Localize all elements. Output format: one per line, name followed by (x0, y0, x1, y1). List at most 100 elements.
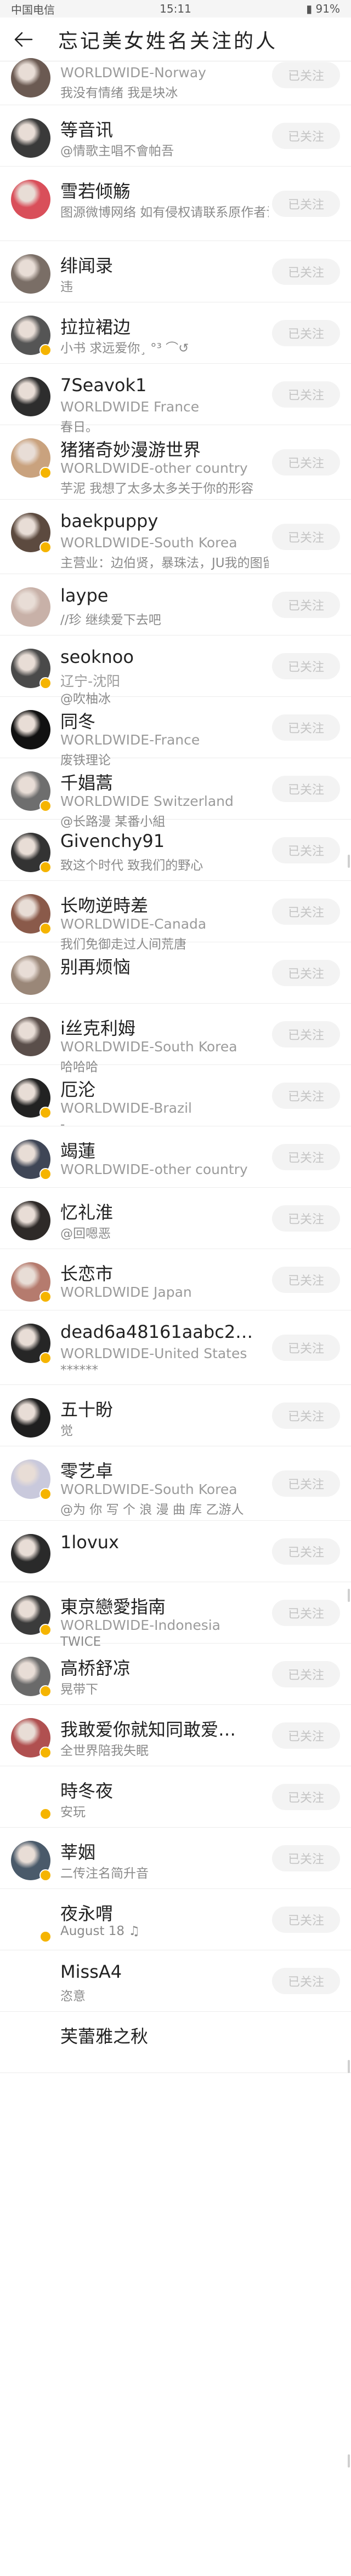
follow-status-button[interactable]: 已关注 (272, 592, 340, 618)
follow-status-button[interactable]: 已关注 (272, 123, 340, 149)
user-name[interactable]: 零艺卓 (60, 1457, 113, 1482)
user-name[interactable]: i丝克利姆 (60, 1015, 135, 1040)
follow-status-button[interactable]: 已关注 (272, 714, 340, 741)
following-list[interactable]: WORLDWIDE-Norway 我没有情绪 我是块冰 已关注 等音讯 @情歌主唱不會帕… (0, 58, 351, 2073)
follow-status-button[interactable]: 已关注 (272, 1784, 340, 1810)
user-name[interactable]: 千娼蒿 (60, 769, 113, 794)
follow-status-button[interactable]: 已关注 (272, 1335, 340, 1361)
follow-status-button[interactable]: 已关注 (272, 1144, 340, 1170)
follow-status-button[interactable]: 已关注 (272, 191, 340, 217)
user-name[interactable]: 忆礼淮 (60, 1199, 113, 1224)
user-name[interactable]: 高桥舒凉 (60, 1655, 131, 1680)
list-item[interactable]: 1lovux 已关注 (0, 1521, 351, 1582)
list-item[interactable]: 芙蕾雅之秋 (0, 2012, 351, 2073)
avatar[interactable] (11, 1201, 50, 1240)
list-item[interactable]: 時冬夜 安玩 已关注 (0, 1766, 351, 1828)
avatar[interactable] (11, 587, 50, 627)
follow-status-button[interactable]: 已关注 (272, 381, 340, 408)
list-item[interactable]: 绯闻录违 已关注 (0, 241, 351, 302)
list-item[interactable]: 拉拉裙边 小书 求远爱你¸ °³ ⌒↺ 已关注 (0, 302, 351, 364)
avatar[interactable] (11, 2025, 50, 2064)
avatar[interactable] (11, 377, 50, 416)
follow-status-button[interactable]: 已关注 (272, 1538, 340, 1565)
list-item[interactable]: MissA4 恣意 已关注 (0, 1950, 351, 2012)
list-item[interactable]: 零艺卓 WORLDWIDE-South Korea @为 你 写 个 浪 漫 曲 库… (0, 1446, 351, 1521)
follow-status-button[interactable]: 已关注 (272, 1661, 340, 1687)
user-name[interactable]: 1lovux (60, 1532, 119, 1553)
user-name[interactable]: seoknoo (60, 646, 134, 667)
follow-status-button[interactable]: 已关注 (272, 524, 340, 550)
avatar[interactable] (11, 1964, 50, 2003)
avatar[interactable] (11, 955, 50, 995)
list-item[interactable]: 五十盼觉 已关注 (0, 1385, 351, 1446)
list-item[interactable]: 别再烦恼 已关注 (0, 942, 351, 1004)
list-item[interactable]: baekpuppy WORLDWIDE-South Korea 主营业：边伯贤，暴珠… (0, 500, 351, 574)
list-item[interactable]: 长恋市 WORLDWIDE Japan 已关注 (0, 1249, 351, 1310)
user-name[interactable]: 猪猪奇妙漫游世界 (60, 436, 201, 461)
follow-status-button[interactable]: 已关注 (272, 1403, 340, 1429)
avatar[interactable] (11, 1398, 50, 1438)
follow-status-button[interactable]: 已关注 (272, 1083, 340, 1109)
user-name[interactable]: 7Seavok1 (60, 375, 146, 396)
list-item[interactable]: 東京戀愛指南 WORLDWIDE-Indonesia TWICE 已关注 (0, 1582, 351, 1649)
user-name[interactable]: 五十盼 (60, 1396, 113, 1421)
avatar[interactable] (11, 180, 50, 219)
list-item[interactable]: Givenchy91 致这个时代 致我们的野心 已关注 (0, 820, 351, 881)
list-item[interactable]: 忆礼淮 @回嗯恶 已关注 (0, 1188, 351, 1249)
follow-status-button[interactable]: 已关注 (272, 1845, 340, 1871)
user-name[interactable]: 莘姻 (60, 1839, 95, 1864)
avatar[interactable] (11, 58, 50, 98)
user-name[interactable]: 竭蓮 (60, 1137, 95, 1163)
follow-status-button[interactable]: 已关注 (272, 1021, 340, 1047)
follow-status-button[interactable]: 已关注 (272, 776, 340, 802)
list-item[interactable]: 同冬 WORLDWIDE-France 废铁理论 已关注 (0, 697, 351, 768)
user-name[interactable]: 绯闻录 (60, 252, 113, 277)
list-item[interactable]: 猪猪奇妙漫游世界 WORLDWIDE-other country 芋泥 我想了太多太… (0, 425, 351, 500)
user-name[interactable]: 厄沦 (60, 1076, 95, 1101)
user-name[interactable]: MissA4 (60, 1961, 122, 1982)
list-item[interactable]: 夜永喟 August 18 ♫ 已关注 (0, 1889, 351, 1950)
list-item[interactable]: 千娼蒿 WORLDWIDE Switzerland @长路漫 某番小組 已关注 (0, 758, 351, 829)
user-name[interactable]: 别再烦恼 (60, 953, 131, 978)
user-name[interactable]: dead6a48161aabc28… (60, 1321, 258, 1342)
list-item[interactable]: 莘姻 二传注名简升音 已关注 (0, 1828, 351, 1889)
list-item[interactable]: seoknoo 辽宁-沈阳 @吹柚冰 已关注 (0, 636, 351, 706)
user-name[interactable]: 等音讯 (60, 116, 113, 141)
avatar[interactable] (11, 254, 50, 294)
follow-status-button[interactable]: 已关注 (272, 837, 340, 863)
follow-status-button[interactable]: 已关注 (272, 259, 340, 285)
list-item[interactable]: 7Seavok1 WORLDWIDE France 春日。 已关注 (0, 364, 351, 434)
back-button[interactable] (10, 26, 37, 53)
user-name[interactable]: 我敢爱你就知同敢爱… (60, 1716, 236, 1741)
avatar[interactable] (11, 1017, 50, 1056)
follow-status-button[interactable]: 已关注 (272, 1968, 340, 1994)
list-item[interactable]: laype //珍 继续爱下去吧 已关注 (0, 574, 351, 636)
user-name[interactable]: 芙蕾雅之秋 (60, 2023, 148, 2048)
list-item[interactable]: 竭蓮 WORLDWIDE-other country 已关注 (0, 1126, 351, 1188)
list-item[interactable]: i丝克利姆 WORLDWIDE-South Korea 哈哈哈 已关注 (0, 1004, 351, 1074)
list-item[interactable]: 我敢爱你就知同敢爱… 全世界陪我失眠 已关注 (0, 1705, 351, 1766)
user-name[interactable]: laype (60, 585, 108, 606)
follow-status-button[interactable]: 已关注 (272, 1600, 340, 1626)
list-item[interactable]: 雪若倾觞图源微博网络 如有侵权请联系原作者让我删除 谢谢已关注 (0, 167, 351, 241)
user-name[interactable]: baekpuppy (60, 511, 158, 531)
follow-status-button[interactable]: 已关注 (272, 320, 340, 346)
follow-status-button[interactable]: 已关注 (272, 449, 340, 476)
avatar[interactable] (11, 1534, 50, 1573)
user-name[interactable]: 雪若倾觞 (60, 178, 131, 203)
list-item[interactable]: 高桥舒凉 晃带下 已关注 (0, 1644, 351, 1705)
list-item[interactable]: 等音讯 @情歌主唱不會帕吾 已关注 (0, 105, 351, 167)
follow-status-button[interactable]: 已关注 (272, 1267, 340, 1293)
follow-status-button[interactable]: 已关注 (272, 62, 340, 88)
user-name[interactable]: 夜永喟 (60, 1900, 113, 1925)
follow-status-button[interactable]: 已关注 (272, 1907, 340, 1933)
list-item[interactable]: 厄沦 WORLDWIDE-Brazil - 已关注 (0, 1065, 351, 1132)
list-item[interactable]: 长吻逆時差 WORLDWIDE-Canada 我们免御走过人间荒唐 已关注 (0, 881, 351, 952)
user-name[interactable]: 同冬 (60, 708, 95, 733)
follow-status-button[interactable]: 已关注 (272, 1470, 340, 1497)
follow-status-button[interactable]: 已关注 (272, 1722, 340, 1749)
follow-status-button[interactable]: 已关注 (272, 1205, 340, 1232)
list-item[interactable]: WORLDWIDE-Norway 我没有情绪 我是块冰 已关注 (0, 58, 351, 105)
follow-status-button[interactable]: 已关注 (272, 653, 340, 679)
follow-status-button[interactable]: 已关注 (272, 960, 340, 986)
